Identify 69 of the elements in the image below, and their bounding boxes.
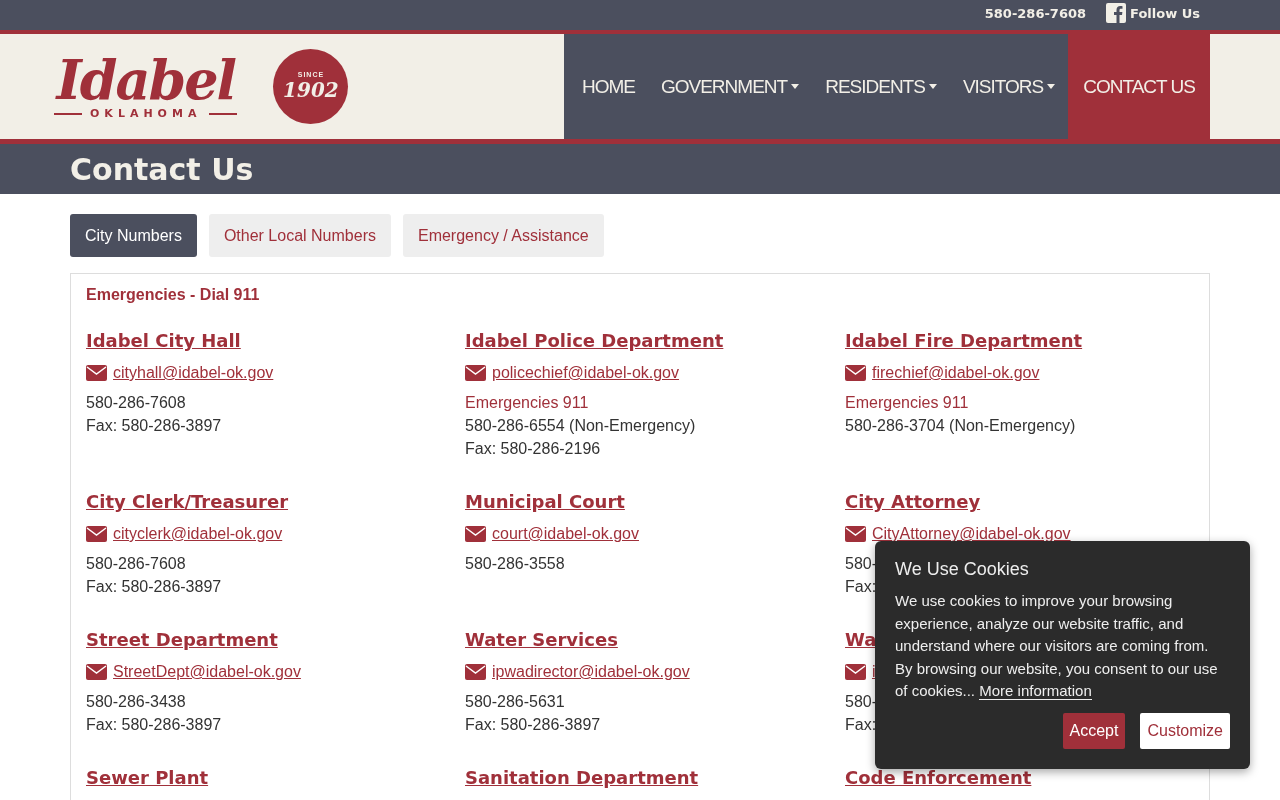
facebook-icon bbox=[1106, 3, 1127, 23]
contact-detail: Fax: 580-286-3897 bbox=[86, 715, 222, 735]
phone-number[interactable]: 580-286-7608 bbox=[984, 5, 1087, 21]
contact-name-link[interactable]: City Clerk/Treasurer bbox=[86, 491, 289, 513]
envelope-icon bbox=[845, 526, 866, 542]
contact-detail: Fax: 580-286-2196 bbox=[465, 439, 601, 459]
customize-button[interactable]: Customize bbox=[1140, 712, 1230, 749]
nav-item[interactable]: GOVERNMENT bbox=[647, 34, 813, 139]
logo-subtitle: OKLAHOMA bbox=[54, 107, 238, 120]
contact-detail: 580-286-5631 bbox=[465, 692, 565, 712]
contact-detail: 580-286-7608 bbox=[86, 554, 186, 574]
contact-detail: 580-286-3558 bbox=[465, 554, 565, 574]
envelope-icon bbox=[465, 365, 486, 381]
tab[interactable]: City Numbers bbox=[70, 214, 197, 257]
email-link[interactable]: cityhall@idabel-ok.gov bbox=[113, 364, 274, 382]
logo-wordmark[interactable]: Idabel bbox=[56, 53, 236, 107]
contact-detail: 580- bbox=[845, 554, 878, 574]
contact-name-link[interactable]: Code Enforcement bbox=[845, 767, 1032, 789]
email-link[interactable]: policechief@idabel-ok.gov bbox=[492, 364, 679, 382]
email-link[interactable]: CityAttorney@idabel-ok.gov bbox=[872, 525, 1071, 543]
envelope-icon bbox=[86, 526, 107, 542]
contact-detail: Fax: 580-286-3897 bbox=[86, 577, 222, 597]
contact-detail: 580-286-6554 (Non-Emergency) bbox=[465, 416, 696, 436]
page-title: Contact Us bbox=[70, 151, 254, 187]
contact-detail: Fax: bbox=[845, 577, 877, 597]
contact-name-link[interactable]: Municipal Court bbox=[465, 491, 625, 513]
contact-name-link[interactable]: Street Department bbox=[86, 629, 278, 651]
accept-button[interactable]: Accept bbox=[1062, 712, 1126, 749]
more-information-link[interactable]: More information bbox=[979, 682, 1092, 700]
contact-detail: 580-286-3704 (Non-Emergency) bbox=[845, 416, 1076, 436]
nav-item[interactable]: RESIDENTS bbox=[812, 34, 950, 139]
contact-name-link[interactable]: Idabel City Hall bbox=[86, 330, 241, 352]
tab[interactable]: Other Local Numbers bbox=[208, 214, 391, 257]
emergency-notice: Emergencies - Dial 911 bbox=[86, 286, 261, 304]
contact-detail: 580-286-7608 bbox=[86, 393, 186, 413]
emergency-number: Emergencies 911 bbox=[845, 393, 969, 413]
envelope-icon bbox=[465, 526, 486, 542]
contact-name-link[interactable]: Idabel Fire Department bbox=[845, 330, 1083, 352]
badge-year: 1902 bbox=[283, 78, 339, 102]
contact-detail: 580-286-3438 bbox=[86, 692, 186, 712]
email-link[interactable]: i bbox=[872, 663, 876, 681]
envelope-icon bbox=[845, 365, 866, 381]
email-link[interactable]: StreetDept@idabel-ok.gov bbox=[113, 663, 301, 681]
contact-detail: 580- bbox=[845, 692, 878, 712]
email-link[interactable]: ipwadirector@idabel-ok.gov bbox=[492, 663, 690, 681]
cookie-title: We Use Cookies bbox=[895, 559, 1030, 580]
email-link[interactable]: court@idabel-ok.gov bbox=[492, 525, 639, 543]
envelope-icon bbox=[86, 365, 107, 381]
envelope-icon bbox=[86, 664, 107, 680]
tab[interactable]: Emergency / Assistance bbox=[402, 214, 604, 257]
cookie-text: We use cookies to improve your browsing experience, analyze our website traffic, and understand where our visitors are coming from. By browsing our website, you consent to our use of cookies... More information bbox=[895, 591, 1219, 702]
nav-item[interactable]: CONTACT US bbox=[1068, 34, 1210, 139]
contact-detail: Fax: 580-286-3897 bbox=[465, 715, 601, 735]
email-link[interactable]: firechief@idabel-ok.gov bbox=[872, 364, 1040, 382]
follow-us-link[interactable]: Follow Us bbox=[1106, 3, 1200, 23]
contact-name-link[interactable]: Sewer Plant bbox=[86, 767, 209, 789]
email-link[interactable]: cityclerk@idabel-ok.gov bbox=[113, 525, 283, 543]
envelope-icon bbox=[465, 664, 486, 680]
nav-item[interactable]: VISITORS bbox=[949, 34, 1069, 139]
contact-name-link[interactable]: Wa bbox=[845, 629, 877, 651]
contact-detail: Fax: 580-286-3897 bbox=[86, 416, 222, 436]
contact-name-link[interactable]: Idabel Police Department bbox=[465, 330, 724, 352]
contact-name-link[interactable]: Sanitation Department bbox=[465, 767, 699, 789]
emergency-number: Emergencies 911 bbox=[465, 393, 589, 413]
contact-detail: Fax: bbox=[845, 715, 877, 735]
contact-name-link[interactable]: City Attorney bbox=[845, 491, 981, 513]
nav-item[interactable]: HOME bbox=[568, 34, 648, 139]
contact-name-link[interactable]: Water Services bbox=[465, 629, 618, 651]
envelope-icon bbox=[845, 664, 866, 680]
